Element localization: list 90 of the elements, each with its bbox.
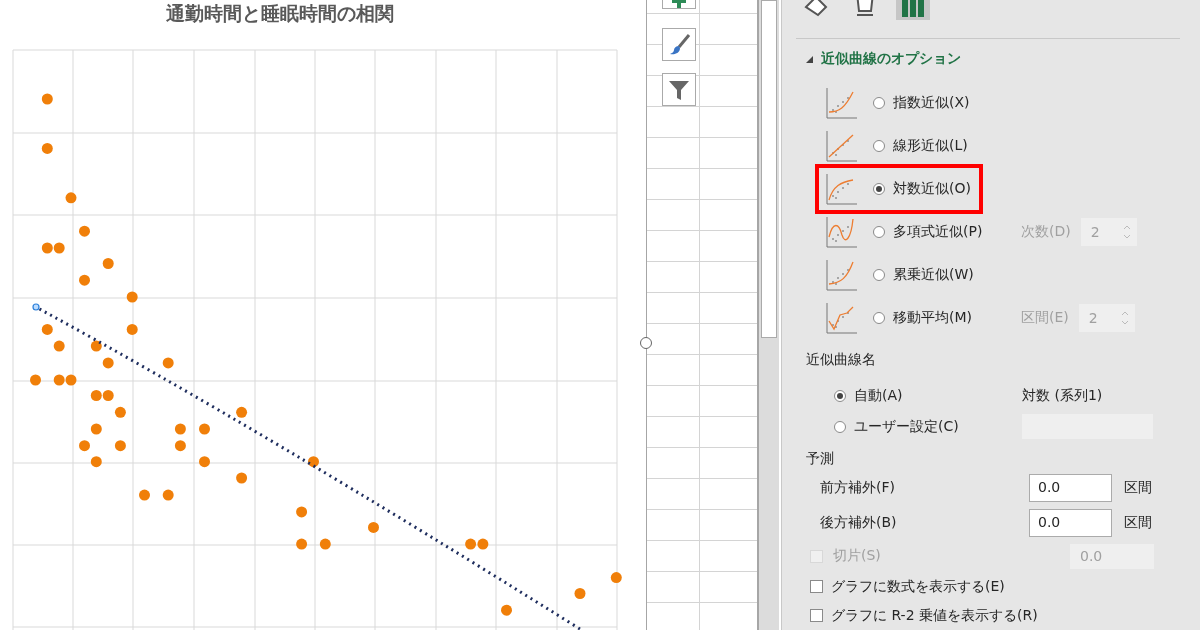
radio-label[interactable]: 自動(A): [854, 386, 903, 405]
data-point: [114, 406, 126, 418]
data-point: [199, 423, 210, 435]
radio-button[interactable]: [873, 96, 885, 109]
radio-button[interactable]: [873, 268, 885, 281]
radio-label[interactable]: 対数近似(O): [893, 179, 971, 198]
scrollbar[interactable]: [759, 0, 779, 630]
data-point: [236, 472, 248, 484]
data-point: [126, 291, 138, 303]
trendline-exponential-icon: [825, 85, 859, 120]
unit-label: 区間: [1124, 513, 1152, 532]
radio-label[interactable]: 累乗近似(W): [893, 265, 974, 284]
trendline-name-value: 対数 (系列1): [1022, 386, 1103, 405]
group-label: 予測: [806, 450, 835, 468]
data-point: [102, 357, 114, 369]
trendline-logarithmic-icon: [825, 171, 859, 206]
group-label: 近似曲線名: [806, 351, 877, 369]
data-point: [174, 440, 186, 452]
input-field[interactable]: 0.0: [1029, 508, 1112, 537]
trendline-polynomial-icon: [825, 214, 859, 249]
data-point: [41, 142, 53, 154]
collapse-triangle-icon[interactable]: [806, 55, 813, 63]
data-point: [41, 242, 53, 254]
radio-button[interactable]: [834, 420, 846, 433]
trendline[interactable]: [38, 307, 581, 630]
parameter-label: 次数(D): [1021, 222, 1071, 241]
section-header[interactable]: 近似曲線のオプション: [821, 50, 961, 68]
data-point: [162, 357, 174, 369]
trendline-handle[interactable]: [32, 303, 40, 311]
data-point: [126, 323, 138, 335]
data-point: [65, 192, 77, 204]
data-point: [30, 374, 41, 386]
data-point: [368, 521, 379, 533]
data-point: [90, 340, 102, 352]
data-point: [90, 423, 102, 435]
checkbox-label[interactable]: グラフに R-2 乗値を表示する(R): [831, 606, 1038, 625]
data-point: [139, 489, 150, 501]
data-point: [102, 390, 114, 401]
radio-label[interactable]: 多項式近似(P): [893, 222, 983, 241]
data-point: [308, 456, 319, 468]
data-point: [236, 406, 248, 418]
data-point: [90, 456, 102, 468]
resize-handle[interactable]: [640, 337, 652, 349]
data-point: [53, 340, 65, 352]
field-label: 後方補外(B): [820, 513, 898, 532]
data-point: [79, 440, 90, 452]
parameter-label: 区間(E): [1021, 308, 1069, 327]
data-point: [65, 374, 77, 386]
checkbox[interactable]: [810, 580, 823, 593]
radio-label[interactable]: 移動平均(M): [893, 308, 972, 327]
data-point: [79, 274, 90, 286]
radio-label[interactable]: ユーザー設定(C): [854, 417, 959, 436]
data-point: [162, 489, 174, 501]
data-point: [114, 440, 126, 452]
chart-filter-button[interactable]: [662, 73, 696, 106]
unit-label: 区間: [1124, 478, 1152, 497]
chart-style-button[interactable]: [662, 28, 696, 61]
data-point: [53, 242, 65, 254]
chart-title: 通勤時間と睡眠時間の相関: [165, 1, 395, 26]
data-point: [610, 572, 622, 584]
data-point: [319, 538, 331, 550]
checkbox[interactable]: [810, 609, 823, 622]
data-point: [477, 538, 489, 550]
field-label: 前方補外(F): [820, 478, 896, 497]
data-point: [199, 456, 210, 468]
data-point: [174, 423, 186, 435]
scrollbar-thumb[interactable]: [761, 0, 777, 338]
data-point: [501, 604, 512, 616]
data-point: [296, 506, 308, 518]
data-point: [53, 374, 65, 386]
trendline-linear-icon: [825, 128, 859, 163]
radio-button[interactable]: [873, 139, 885, 152]
input-field[interactable]: 0.0: [1029, 473, 1112, 502]
radio-button[interactable]: [873, 311, 885, 324]
radio-button[interactable]: [834, 389, 846, 402]
data-point: [41, 323, 53, 335]
data-point: [296, 538, 308, 550]
data-point: [41, 93, 53, 105]
data-point: [79, 225, 90, 237]
radio-button[interactable]: [873, 225, 885, 238]
radio-button[interactable]: [873, 182, 885, 195]
checkbox-label[interactable]: グラフに数式を表示する(E): [831, 577, 1005, 596]
data-point: [574, 588, 586, 599]
data-point: [102, 258, 114, 269]
radio-label[interactable]: 指数近似(X): [893, 93, 970, 112]
data-point: [465, 538, 477, 550]
trendline-power-icon: [825, 257, 859, 292]
radio-label[interactable]: 線形近似(L): [893, 136, 968, 155]
trendline-moving-average-icon: [825, 300, 859, 335]
data-point: [90, 390, 102, 401]
